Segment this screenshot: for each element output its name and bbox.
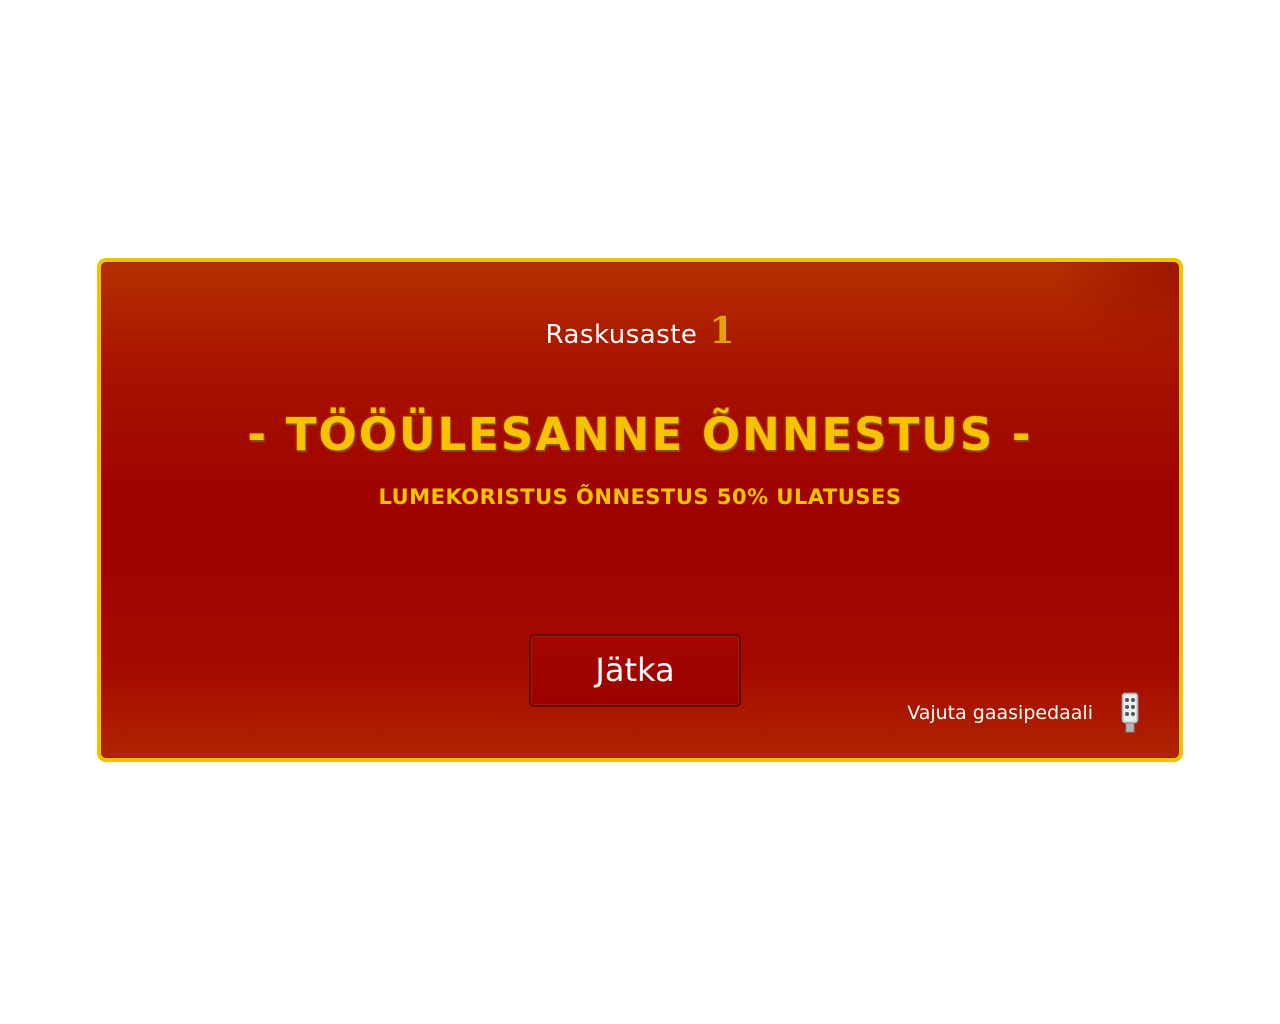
gas-pedal-hint: Vajuta gaasipedaali	[907, 702, 1093, 724]
difficulty-indicator: Raskusaste 1	[101, 310, 1179, 352]
continue-button[interactable]: Jätka	[529, 634, 741, 707]
game-screen: Raskusaste 1 - TÖÖÜLESANNE ÕNNESTUS - LUM…	[0, 0, 1280, 1024]
result-panel: Raskusaste 1 - TÖÖÜLESANNE ÕNNESTUS - LUM…	[97, 258, 1183, 762]
difficulty-value: 1	[709, 310, 735, 352]
gas-pedal-icon	[1121, 692, 1139, 733]
difficulty-label: Raskusaste	[545, 320, 698, 350]
result-detail: LUMEKORISTUS ÕNNESTUS 50% ULATUSES	[378, 485, 902, 509]
result-title: - TÖÖÜLESANNE ÕNNESTUS -	[247, 408, 1033, 461]
